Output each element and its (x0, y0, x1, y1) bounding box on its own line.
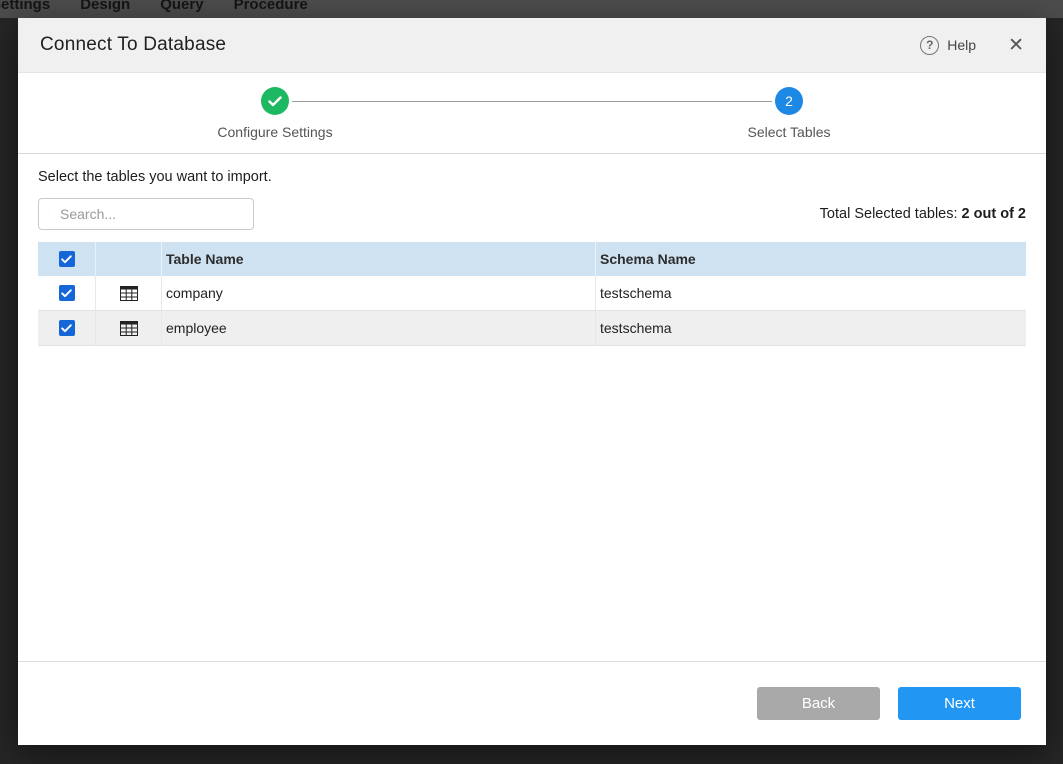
close-icon[interactable]: ✕ (1008, 36, 1024, 55)
menu-item-query: Query (160, 0, 203, 13)
next-button[interactable]: Next (898, 687, 1021, 720)
search-input[interactable] (58, 205, 243, 223)
help-label: Help (947, 37, 976, 53)
background-menu: Settings Design Query Procedure (0, 0, 308, 13)
step-1-completed-check-icon (261, 87, 289, 115)
row-icon-cell (96, 276, 162, 310)
select-all-checkbox[interactable] (59, 251, 75, 267)
step-1-label: Configure Settings (217, 124, 332, 140)
table-grid-icon (120, 321, 138, 336)
wizard-stepper: Configure Settings 2 Select Tables (18, 73, 1046, 154)
table-header-row: Table Name Schema Name (38, 242, 1026, 276)
cell-table-name: company (162, 276, 596, 310)
dialog-title: Connect To Database (40, 34, 920, 56)
header-checkbox-cell (38, 242, 96, 276)
menu-item-procedure: Procedure (234, 0, 308, 13)
row-checkbox-cell (38, 311, 96, 345)
search-box (38, 198, 254, 230)
tables-list: Table Name Schema Name (38, 242, 1026, 346)
step-2-label: Select Tables (747, 124, 830, 140)
table-grid-icon (120, 286, 138, 301)
row-checkbox[interactable] (59, 285, 75, 301)
menu-item-design: Design (80, 0, 130, 13)
controls-row: Total Selected tables: 2 out of 2 (38, 198, 1026, 230)
selection-summary-value: 2 out of 2 (962, 206, 1026, 222)
cell-schema-name: testschema (596, 276, 1026, 310)
selection-summary: Total Selected tables: 2 out of 2 (820, 206, 1026, 222)
header-table-name: Table Name (162, 242, 596, 276)
instruction-text: Select the tables you want to import. (38, 169, 1026, 185)
table-row[interactable]: employee testschema (38, 311, 1026, 346)
stepper-connector-line (292, 101, 772, 102)
dialog-body: Select the tables you want to import. To… (18, 154, 1046, 661)
row-icon-cell (96, 311, 162, 345)
row-checkbox[interactable] (59, 320, 75, 336)
back-button[interactable]: Back (757, 687, 880, 720)
dialog-footer: Back Next (18, 661, 1046, 745)
table-row[interactable]: company testschema (38, 276, 1026, 311)
menu-item-settings: Settings (0, 0, 50, 13)
step-select-tables: 2 Select Tables (532, 87, 1046, 140)
step-2-number-badge: 2 (775, 87, 803, 115)
cell-schema-name: testschema (596, 311, 1026, 345)
row-checkbox-cell (38, 276, 96, 310)
help-icon: ? (920, 36, 939, 55)
header-schema-name: Schema Name (596, 242, 1026, 276)
search-icon (49, 207, 50, 221)
header-icon-cell (96, 242, 162, 276)
cell-table-name: employee (162, 311, 596, 345)
dialog-header: Connect To Database ? Help ✕ (18, 18, 1046, 73)
selection-summary-label: Total Selected tables: (820, 206, 958, 222)
step-configure-settings: Configure Settings (18, 87, 532, 140)
help-button[interactable]: ? Help (920, 36, 976, 55)
connect-to-database-dialog: Connect To Database ? Help ✕ Configure S… (18, 18, 1046, 745)
background-app-bar: Settings Design Query Procedure (0, 0, 1063, 18)
